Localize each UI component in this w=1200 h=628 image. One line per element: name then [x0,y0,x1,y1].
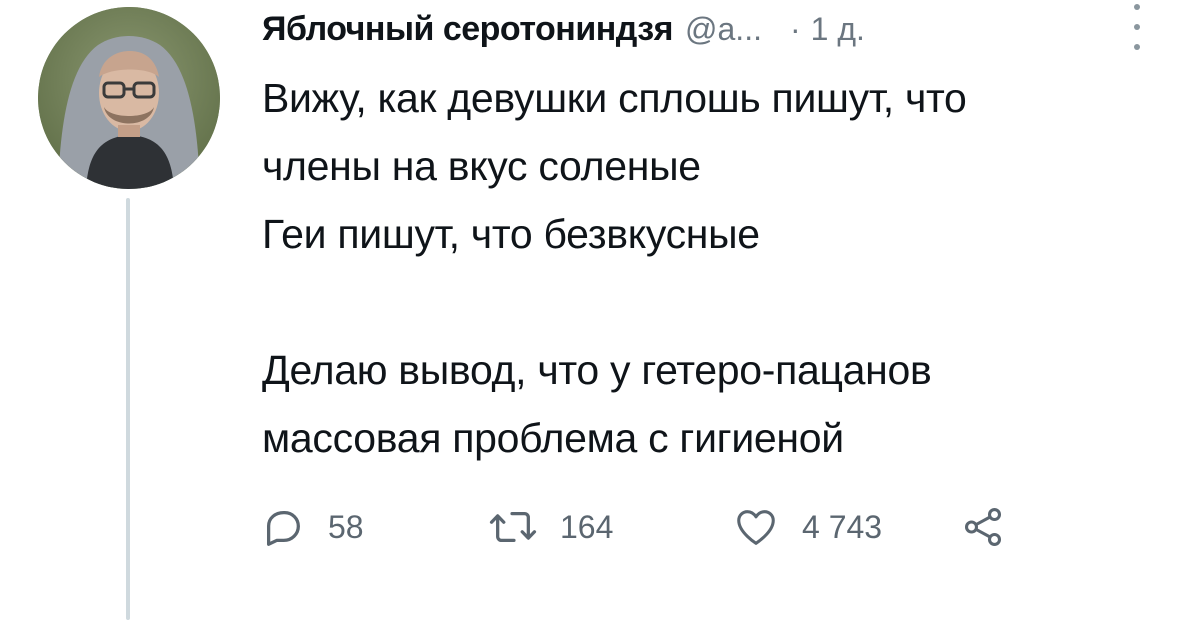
more-dot [1134,24,1140,30]
retweet-icon [488,504,538,550]
thread-line [126,198,130,620]
dot-separator: · [789,11,801,47]
user-avatar-image [38,7,220,189]
tweet-line: массовая проблема с гигиеной [262,415,844,461]
heart-icon [732,504,780,550]
more-vertical-icon[interactable] [1128,4,1146,50]
share-button[interactable] [960,497,1006,557]
retweet-count: 164 [560,508,614,545]
like-button[interactable]: 4 743 [732,497,882,557]
share-icon [960,504,1006,550]
tweet-text: Вижу, как девушки сплошь пишут, что член… [262,64,1162,472]
author-name[interactable]: Яблочный серотониндзя [262,10,674,49]
like-count: 4 743 [802,508,883,545]
more-dot [1134,4,1140,10]
avatar[interactable] [38,7,220,189]
tweet-line: Вижу, как девушки сплошь пишут, что [262,75,967,121]
tweet-line: Делаю вывод, что у гетеро-пацанов [262,347,932,393]
reply-count: 58 [328,508,364,545]
retweet-button[interactable]: 164 [488,497,613,557]
reply-button[interactable]: 58 [260,497,364,557]
timestamp[interactable]: 1 д. [811,11,865,48]
tweet-line: члены на вкус соленые [262,143,701,189]
author-handle[interactable]: @а... [685,11,762,48]
more-dot [1134,44,1140,50]
reply-icon [260,504,306,550]
tweet-actions: 58 164 4 743 [260,497,1060,557]
tweet-header: Яблочный серотониндзя @а... · 1 д. [262,10,1130,62]
tweet-line: Геи пишут, что безвкусные [262,211,760,257]
